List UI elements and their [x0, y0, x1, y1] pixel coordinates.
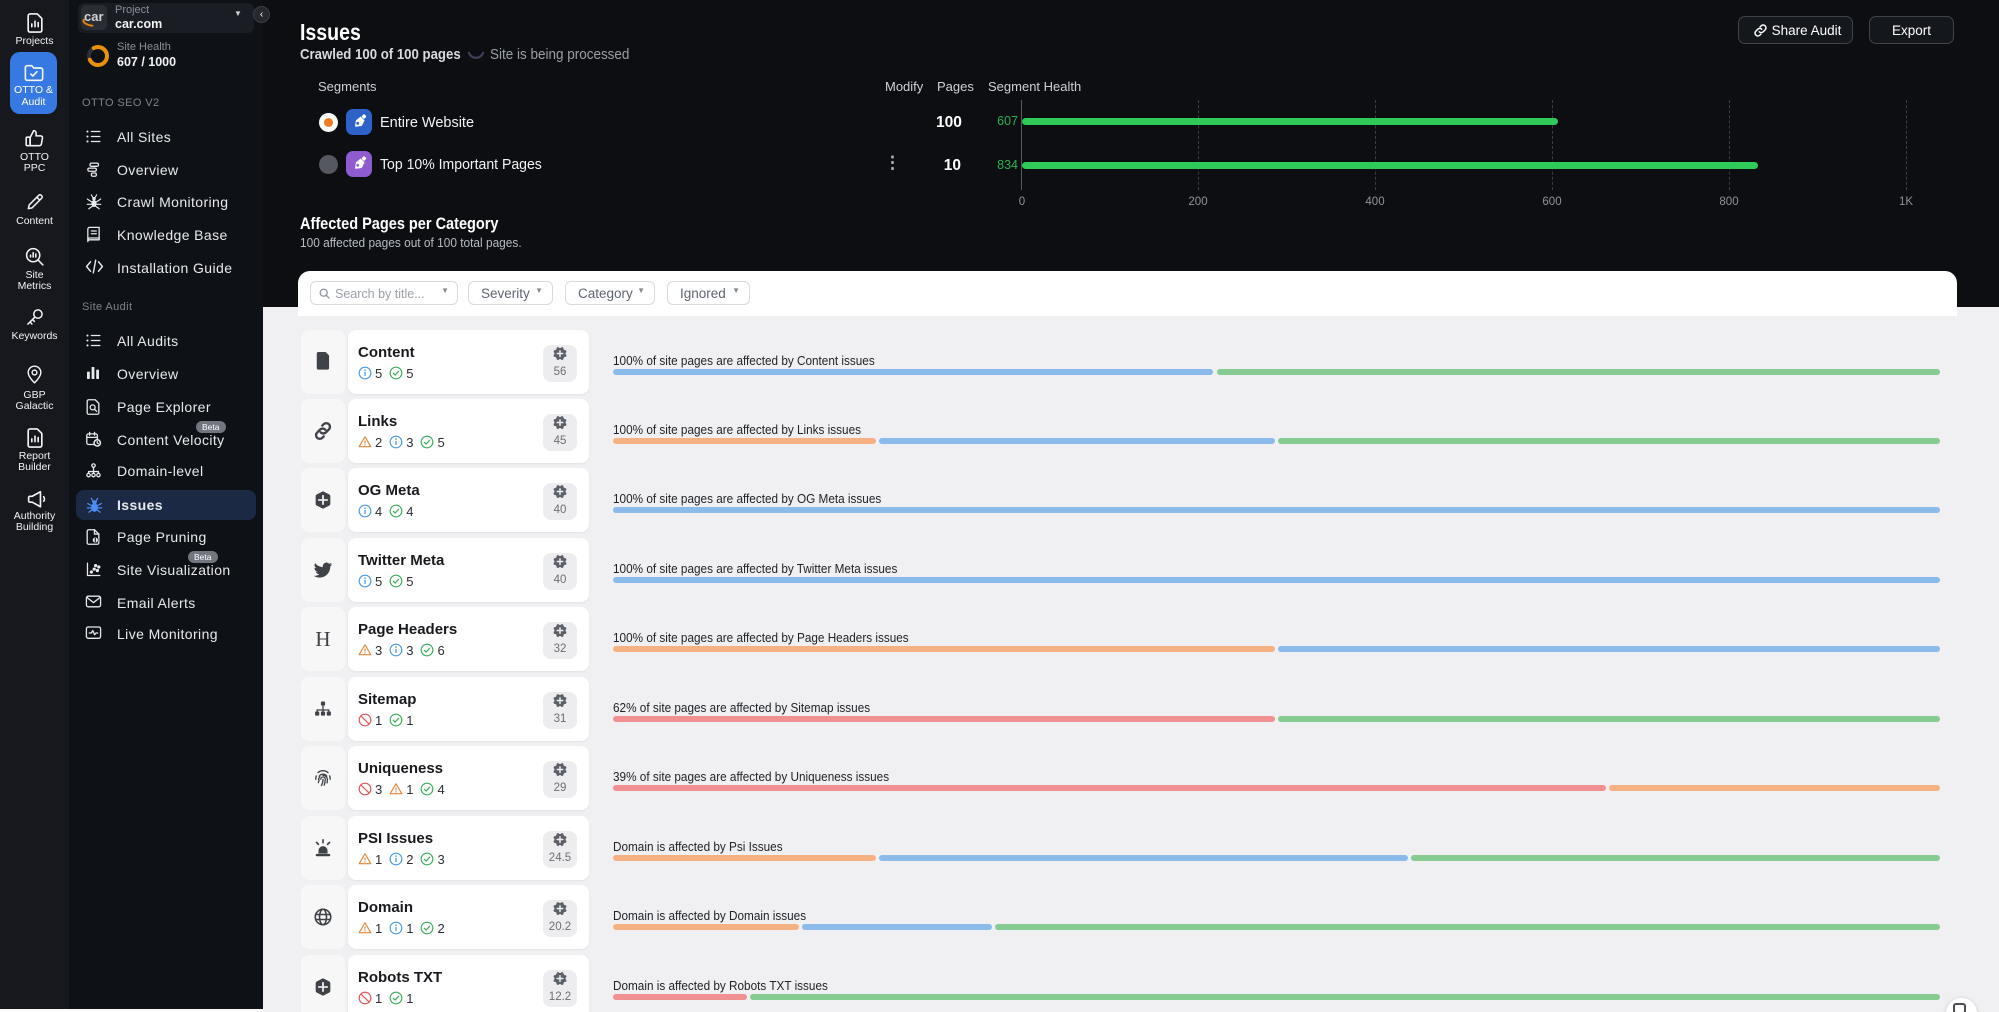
svg-text:H: H [315, 629, 330, 649]
